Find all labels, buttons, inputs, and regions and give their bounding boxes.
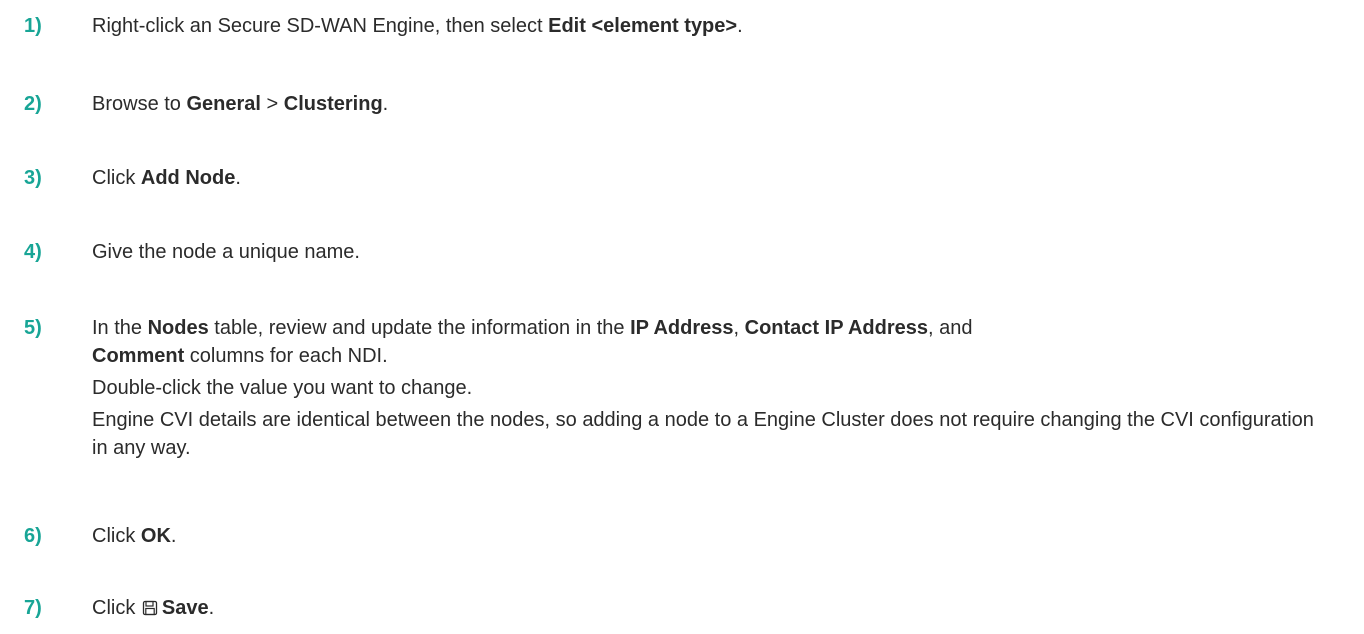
step-number: 2) — [24, 93, 42, 115]
ui-term: Edit <element type> — [548, 15, 738, 37]
step-text: table, review and update the information… — [208, 317, 631, 339]
step-number: 5) — [24, 317, 42, 339]
step-text: . — [235, 167, 241, 189]
ui-term: General — [186, 93, 261, 115]
save-icon — [142, 596, 158, 616]
step-number: 3) — [24, 167, 42, 189]
step-text: , — [733, 317, 745, 339]
step-note: Double-click the value you want to chang… — [92, 377, 473, 399]
step-text: . — [208, 597, 215, 619]
step-text: , and — [928, 317, 973, 339]
ui-term: OK — [140, 525, 171, 547]
ui-term: Save — [161, 597, 209, 619]
step-text: Click — [92, 167, 141, 189]
ui-term: Comment — [92, 345, 185, 367]
step-text: Browse to — [92, 93, 187, 115]
ui-term: IP Address — [630, 317, 734, 339]
step-text: . — [170, 525, 177, 547]
step-number: 6) — [24, 525, 42, 547]
step-text: Right-click an Secure SD-WAN Engine, the… — [92, 15, 549, 37]
step-text: Give the node a unique name. — [92, 241, 360, 263]
step-note: Engine CVI details are identical between… — [92, 409, 1314, 459]
step-number: 4) — [24, 241, 42, 263]
ui-term: Nodes — [147, 317, 209, 339]
step-text: In the — [92, 317, 148, 339]
step-text: columns for each NDI. — [184, 345, 388, 367]
step-text: Click — [92, 597, 141, 619]
step-text: Click — [92, 525, 141, 547]
step-number: 7) — [24, 597, 42, 619]
step-number: 1) — [24, 15, 42, 37]
ui-term: Add Node — [140, 167, 236, 189]
step-text: . — [737, 15, 743, 37]
step-text: . — [382, 93, 389, 115]
step-text: > — [260, 93, 284, 115]
ui-term: Contact IP Address — [744, 317, 929, 339]
ui-term: Clustering — [283, 93, 383, 115]
